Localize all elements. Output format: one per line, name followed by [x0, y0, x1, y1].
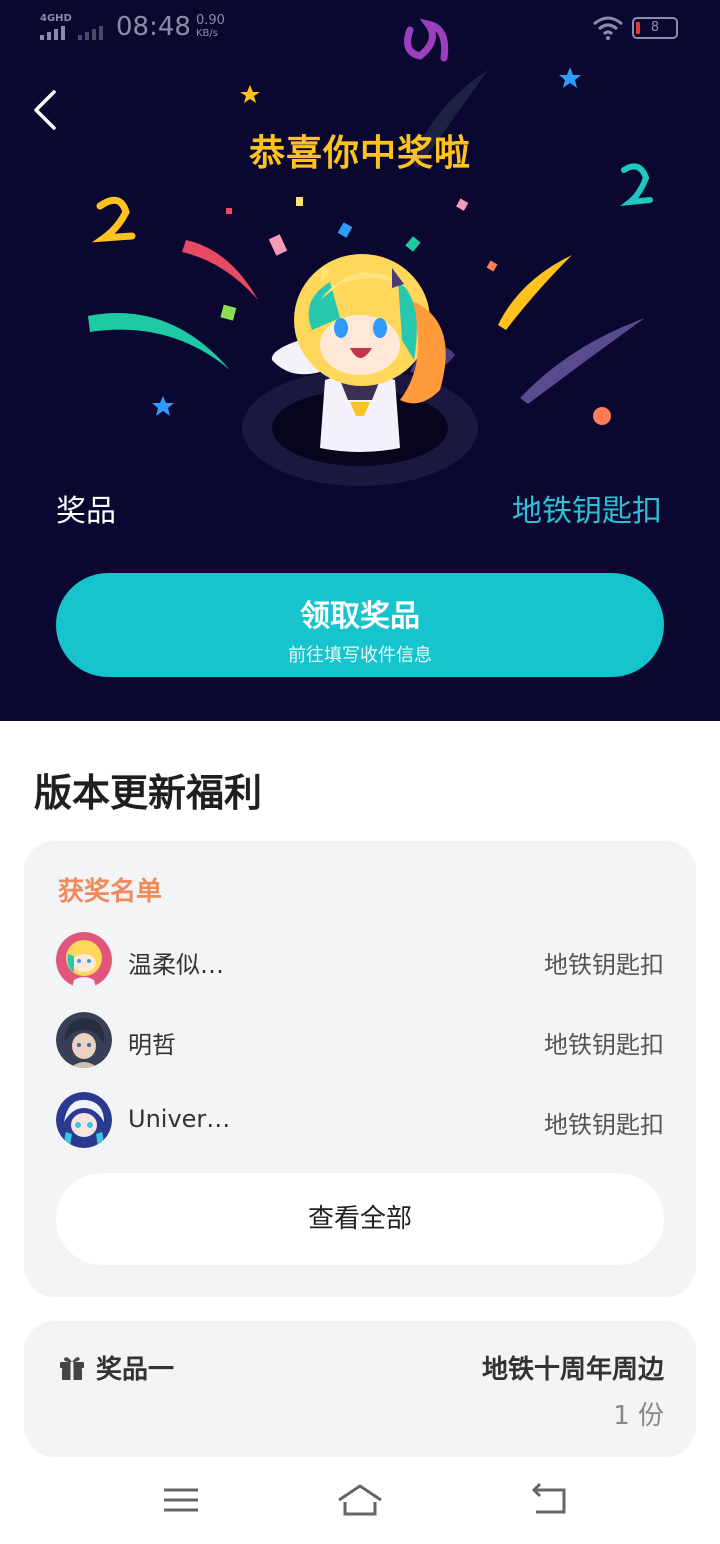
- menu-icon[interactable]: [156, 1480, 206, 1520]
- winner-row[interactable]: 明哲 地铁钥匙扣: [56, 1012, 664, 1072]
- winner-prize: 地铁钥匙扣: [544, 1031, 664, 1059]
- winner-name: Univer…: [128, 1105, 231, 1133]
- winner-prize: 地铁钥匙扣: [544, 951, 664, 979]
- gift-icon: [60, 1357, 84, 1380]
- claim-prize-button[interactable]: 领取奖品 前往填写收件信息: [56, 573, 664, 677]
- winner-row[interactable]: 温柔似… 地铁钥匙扣: [56, 932, 664, 992]
- prize-item-label: 奖品一: [96, 1355, 175, 1385]
- prize-label: 奖品: [56, 494, 116, 529]
- signal-icon-secondary: [78, 26, 103, 40]
- network-speed: 0.90 KB/s: [196, 13, 225, 39]
- avatar: [56, 932, 112, 988]
- signal-icon: [40, 26, 65, 40]
- clock: 08:48: [116, 12, 191, 42]
- hero-panel: 4GHD 08:48 0.90 KB/s 8 恭喜你中奖啦 奖品 地铁钥匙扣 领…: [0, 0, 720, 721]
- view-all-button[interactable]: 查看全部: [56, 1173, 664, 1265]
- winner-name: 明哲: [128, 1031, 176, 1059]
- claim-button-title: 领取奖品: [300, 599, 420, 634]
- winners-title: 获奖名单: [58, 877, 163, 907]
- system-nav-bar: [0, 1462, 720, 1544]
- winner-name: 温柔似…: [128, 951, 224, 979]
- home-icon[interactable]: [335, 1480, 385, 1520]
- avatar: [56, 1092, 112, 1148]
- avatar: [56, 1012, 112, 1068]
- claim-button-subtitle: 前往填写收件信息: [288, 645, 432, 666]
- winners-card: 获奖名单 温柔似… 地铁钥匙扣 明哲 地铁钥匙扣 Univer… 地铁钥匙扣 查…: [24, 841, 696, 1297]
- prize-value: 地铁钥匙扣: [512, 494, 662, 529]
- wifi-icon: [593, 16, 623, 40]
- network-type: 4GHD: [40, 13, 72, 24]
- congrats-title: 恭喜你中奖啦: [248, 133, 471, 174]
- battery-indicator: 8: [632, 17, 678, 39]
- status-bar: 4GHD 08:48 0.90 KB/s 8: [0, 0, 720, 56]
- prize-card: 奖品一 地铁十周年周边 1 份: [24, 1321, 696, 1457]
- section-title: 版本更新福利: [34, 771, 263, 815]
- prize-item-count: 1 份: [613, 1401, 664, 1431]
- back-icon[interactable]: [524, 1480, 574, 1520]
- winner-row[interactable]: Univer… 地铁钥匙扣: [56, 1092, 664, 1152]
- winner-prize: 地铁钥匙扣: [544, 1111, 664, 1139]
- prize-item-name: 地铁十周年周边: [481, 1355, 664, 1385]
